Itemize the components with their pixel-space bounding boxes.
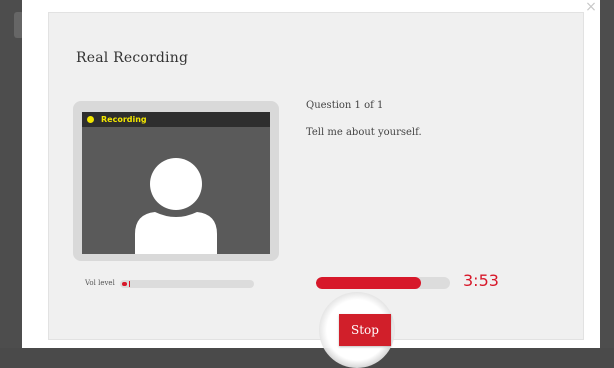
user-silhouette-icon	[135, 158, 217, 254]
recording-progress-fill	[316, 277, 421, 289]
recording-status-bar: Recording	[82, 112, 270, 127]
question-prompt: Tell me about yourself.	[306, 127, 422, 138]
volume-meter	[120, 280, 254, 288]
recording-status-label: Recording	[101, 115, 147, 124]
camera-preview-frame: Recording	[73, 101, 279, 261]
close-icon[interactable]: ×	[584, 0, 598, 14]
recording-timer: 3:53	[463, 271, 499, 290]
question-counter: Question 1 of 1	[306, 100, 384, 111]
volume-meter-tick	[129, 281, 130, 287]
panel-title: Real Recording	[76, 50, 189, 66]
page-backdrop-right	[600, 0, 614, 348]
volume-label: Vol level	[85, 279, 115, 287]
recording-modal: × Real Recording Recording Question 1 of…	[22, 0, 600, 368]
recording-panel: Real Recording Recording Question 1 of 1…	[48, 12, 584, 368]
stop-button[interactable]: Stop	[339, 314, 391, 346]
volume-meter-fill	[122, 282, 127, 286]
recording-dot-icon	[87, 116, 94, 123]
recording-progress-bar	[316, 277, 450, 289]
page-backdrop-left	[0, 0, 24, 348]
camera-preview: Recording	[82, 112, 270, 254]
